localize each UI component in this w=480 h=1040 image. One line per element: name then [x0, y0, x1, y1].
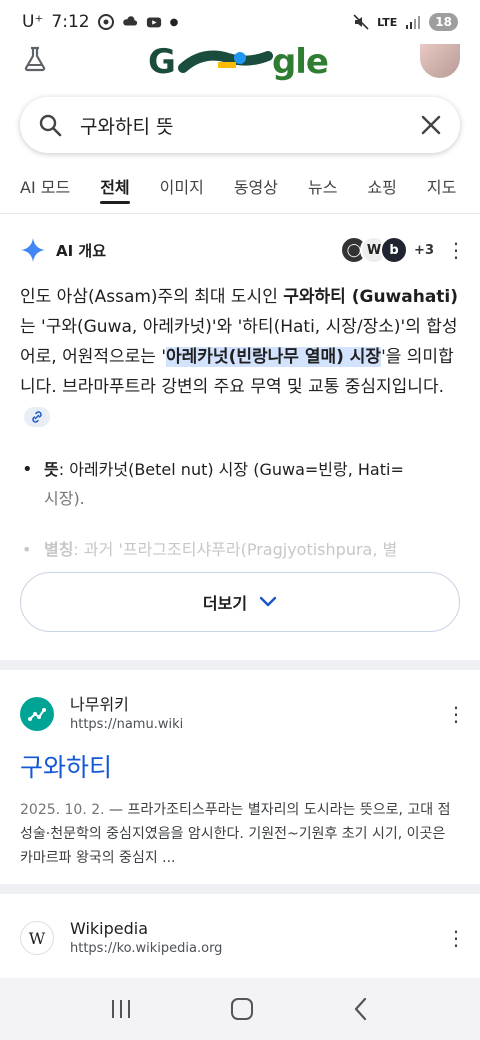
- recent-apps-icon[interactable]: [109, 998, 133, 1020]
- result-more-options-icon[interactable]: ⋮: [446, 704, 466, 724]
- bullet-text: : 아레카넛(Betel nut) 시장 (Guwa=빈랑, Hati=: [58, 460, 404, 479]
- tab-maps[interactable]: 지도: [427, 170, 456, 204]
- ai-text-bold: 구와하티 (Guwahati): [283, 287, 459, 307]
- result-title-link[interactable]: 구와하티: [20, 752, 460, 784]
- ai-sources[interactable]: ◯ W b +3: [340, 236, 434, 264]
- sources-count: +3: [414, 242, 434, 258]
- chevron-down-icon: [259, 596, 277, 607]
- result-more-options-icon[interactable]: ⋮: [446, 928, 466, 948]
- list-item: 뜻: 아레카넛(Betel nut) 시장 (Guwa=빈랑, Hati= 시장)…: [20, 455, 460, 513]
- tab-all[interactable]: 전체: [100, 170, 131, 204]
- section-divider: [0, 884, 480, 894]
- source-icon-3: b: [380, 236, 409, 264]
- section-divider: [0, 660, 480, 670]
- search-result: W Wikipedia https://ko.wikipedia.org ⋮: [20, 918, 466, 958]
- search-query[interactable]: 구와하티 뜻: [80, 112, 420, 139]
- result-url: https://namu.wiki: [70, 717, 184, 732]
- battery-indicator: 18: [429, 13, 458, 31]
- search-box[interactable]: 구와하티 뜻: [20, 97, 460, 153]
- network-label: LTE: [377, 15, 398, 29]
- carrier-label: U⁺: [22, 12, 44, 32]
- search-icon: [39, 114, 62, 137]
- result-url: https://ko.wikipedia.org: [70, 941, 223, 956]
- bullet-label: 뜻: [44, 460, 59, 479]
- tab-ai-mode[interactable]: AI 모드: [20, 170, 70, 204]
- show-more-label: 더보기: [202, 594, 248, 613]
- labs-flask-icon[interactable]: [22, 46, 48, 72]
- ai-text-part1: 인도 아삼(Assam)주의 최대 도시인: [20, 287, 284, 307]
- citation-link-icon[interactable]: [24, 407, 50, 427]
- tab-images[interactable]: 이미지: [160, 170, 204, 204]
- tab-shopping[interactable]: 쇼핑: [367, 170, 396, 204]
- result-site-row[interactable]: 나무위키 https://namu.wiki ⋮: [20, 694, 466, 734]
- search-result: 나무위키 https://namu.wiki ⋮ 구와하티 2025. 10. …: [20, 694, 466, 870]
- show-more-button[interactable]: 더보기: [20, 572, 460, 632]
- clock: 7:12: [51, 12, 90, 32]
- tab-news[interactable]: 뉴스: [308, 170, 337, 204]
- search-tabs: AI 모드 전체 이미지 동영상 뉴스 쇼핑 지도: [0, 170, 480, 214]
- namuwiki-favicon-icon: [20, 697, 54, 731]
- back-icon[interactable]: [351, 997, 371, 1021]
- bullet-text: : 과거 '프라그조티샤푸라(Pragjyotishpura, 별: [73, 540, 398, 559]
- bullet-text-faded: 시장).: [44, 489, 85, 508]
- mute-icon: [353, 14, 369, 30]
- ai-overview-title: AI 개요: [56, 241, 107, 260]
- aperture-icon: [97, 14, 114, 30]
- list-item: 별칭: 과거 '프라그조티샤푸라(Pragjyotishpura, 별: [20, 535, 460, 564]
- notification-dot-icon: ●: [169, 16, 179, 28]
- tab-videos[interactable]: 동영상: [234, 170, 278, 204]
- system-nav-bar: [0, 978, 480, 1040]
- result-date: 2025. 10. 2.: [20, 802, 105, 818]
- youtube-icon: [146, 17, 161, 28]
- ai-more-options-icon[interactable]: ⋮: [446, 240, 466, 260]
- ai-overview-text: 인도 아삼(Assam)주의 최대 도시인 구와하티 (Guwahati)는 '…: [20, 282, 460, 432]
- cloud-icon: [122, 16, 137, 26]
- signal-icon: [406, 16, 421, 29]
- gemini-sparkle-icon: [21, 238, 45, 262]
- status-bar: U⁺ 7:12 ● LTE 18: [0, 0, 480, 44]
- clear-icon[interactable]: [420, 114, 442, 136]
- ai-bullet-list: 뜻: 아레카넛(Betel nut) 시장 (Guwa=빈랑, Hati= 시장)…: [20, 455, 460, 513]
- wikipedia-favicon-icon: W: [20, 921, 54, 955]
- result-site-row[interactable]: W Wikipedia https://ko.wikipedia.org ⋮: [20, 918, 466, 958]
- home-icon[interactable]: [230, 997, 254, 1021]
- search-header: G gle: [0, 44, 480, 94]
- result-site-name: 나무위키: [70, 695, 129, 714]
- google-doodle-logo[interactable]: G gle: [148, 44, 338, 82]
- result-snippet: 2025. 10. 2. — 프라가조티스푸라는 별자리의 도시라는 뜻으로, …: [20, 798, 460, 870]
- ai-text-highlight: 아레카넛(빈랑나무 열매) 시장: [166, 347, 382, 367]
- bullet-label: 별칭: [44, 540, 74, 559]
- ai-overview-header: AI 개요 ◯ W b +3 ⋮: [20, 232, 466, 268]
- result-site-name: Wikipedia: [70, 919, 149, 938]
- account-avatar[interactable]: [420, 44, 460, 78]
